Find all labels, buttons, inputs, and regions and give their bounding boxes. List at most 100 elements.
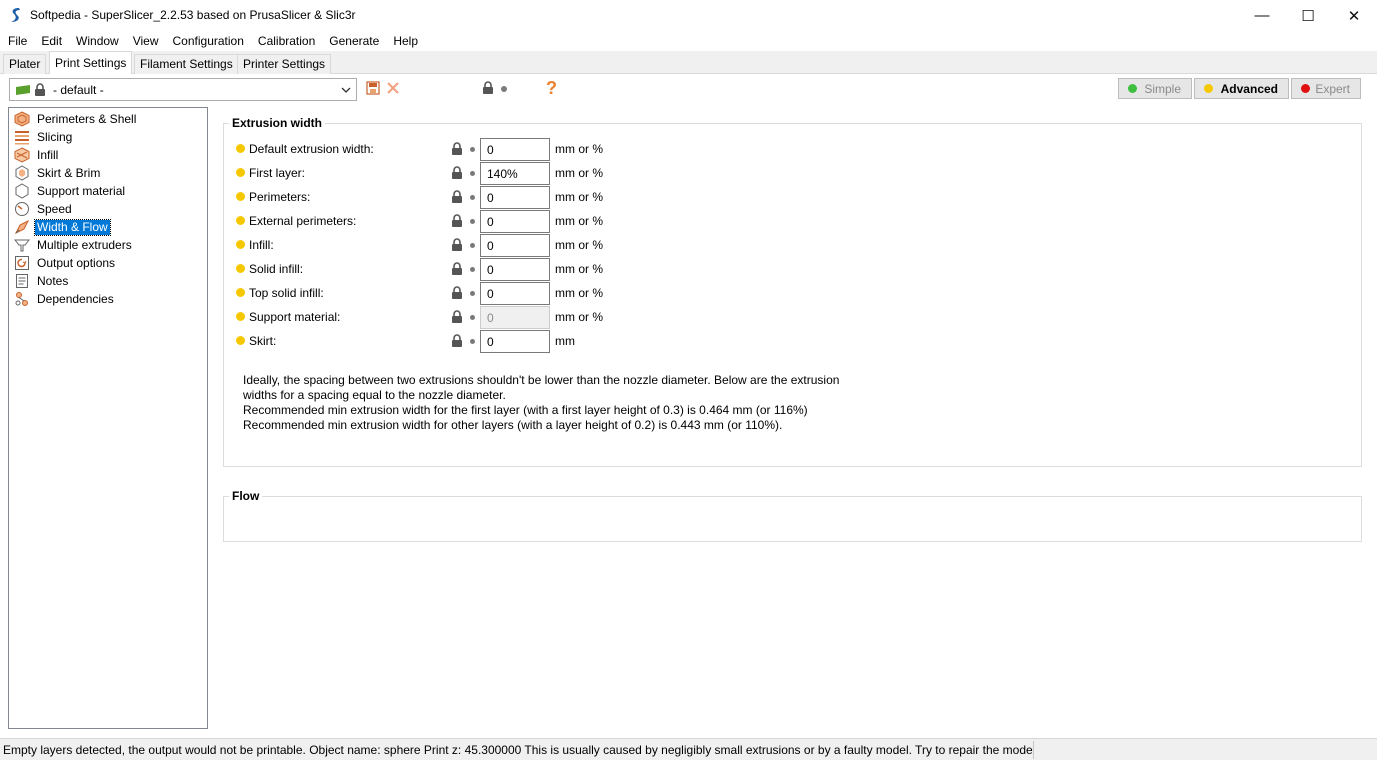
delete-icon[interactable] [386,81,400,95]
mode-simple-label: Simple [1144,81,1181,96]
menu-bar: File Edit Window View Configuration Cali… [0,31,1377,51]
sidebar-item-dependencies[interactable]: Dependencies [14,291,116,307]
status-bar: Empty layers detected, the output would … [0,738,1377,760]
infill-icon [14,147,30,163]
lock-icon[interactable] [451,238,463,252]
reset-dot-icon[interactable] [470,243,475,248]
lock-legend-icon[interactable] [482,81,494,95]
reset-dot-icon[interactable] [470,219,475,224]
menu-generate[interactable]: Generate [322,31,386,51]
menu-edit[interactable]: Edit [34,31,69,51]
lock-icon[interactable] [451,310,463,324]
extrusion-width-info: Ideally, the spacing between two extrusi… [243,373,840,432]
menu-help[interactable]: Help [386,31,425,51]
setting-row-skirt: Skirt: mm [234,330,834,353]
advanced-mode-dot-icon [236,264,245,273]
sidebar-item-output-options[interactable]: Output options [14,255,117,271]
reset-dot-icon[interactable] [470,195,475,200]
default-extrusion-width-input[interactable] [480,138,550,161]
app-logo-icon [11,8,20,22]
mode-simple-button[interactable]: Simple [1118,78,1192,99]
support-material-width-input [480,306,550,329]
advanced-mode-dot-icon [236,336,245,345]
tab-bar: Plater Print Settings Filament Settings … [0,51,1377,75]
reset-dot-icon[interactable] [470,171,475,176]
menu-configuration[interactable]: Configuration [166,31,251,51]
reset-dot-icon[interactable] [470,315,475,320]
reset-dot-icon[interactable] [470,291,475,296]
skirt-icon [15,165,29,181]
lock-icon[interactable] [451,190,463,204]
simple-dot-icon [1128,84,1137,93]
infill-width-input[interactable] [480,234,550,257]
solid-infill-width-input[interactable] [480,258,550,281]
menu-view[interactable]: View [126,31,166,51]
menu-calibration[interactable]: Calibration [251,31,322,51]
settings-page-list: Perimeters & Shell Slicing Infill Skirt … [8,107,208,729]
maximize-button[interactable]: ☐ [1285,0,1331,31]
status-separator [1033,741,1034,759]
sidebar-item-infill[interactable]: Infill [14,147,60,163]
setting-row-top-solid-infill: Top solid infill: mm or % [234,282,834,305]
perimeters-icon [14,111,30,127]
lock-icon[interactable] [451,262,463,276]
sidebar-item-skirt-brim[interactable]: Skirt & Brim [14,165,102,181]
setting-row-first-layer: First layer: mm or % [234,162,834,185]
setting-row-solid-infill: Solid infill: mm or % [234,258,834,281]
dot-legend-icon[interactable] [501,86,507,92]
preset-value: - default - [53,83,104,97]
flow-group: Flow [223,489,1362,542]
sidebar-item-perimeters[interactable]: Perimeters & Shell [14,111,138,127]
question-icon[interactable]: ? [546,78,557,99]
flag-icon [16,85,30,95]
menu-window[interactable]: Window [69,31,126,51]
tab-plater[interactable]: Plater [3,54,47,74]
mode-advanced-button[interactable]: Advanced [1194,78,1289,99]
setting-row-external-perimeters: External perimeters: mm or % [234,210,834,233]
sidebar-item-multiple-extruders[interactable]: Multiple extruders [14,237,134,253]
lock-icon[interactable] [451,334,463,348]
mode-expert-label: Expert [1315,81,1350,96]
sidebar-item-width-flow[interactable]: Width & Flow [14,218,111,236]
reset-dot-icon[interactable] [470,267,475,272]
save-icon[interactable] [366,81,380,95]
sidebar-item-notes[interactable]: Notes [14,273,70,289]
expert-dot-icon [1301,84,1310,93]
chevron-down-icon [341,87,351,93]
reset-dot-icon[interactable] [470,339,475,344]
tab-print-settings[interactable]: Print Settings [49,51,133,75]
flow-title: Flow [229,489,263,503]
lock-icon[interactable] [451,214,463,228]
lock-icon[interactable] [451,142,463,156]
skirt-width-input[interactable] [480,330,550,353]
menu-file[interactable]: File [1,31,34,51]
minimize-button[interactable]: — [1239,0,1285,31]
lock-icon[interactable] [451,286,463,300]
lock-icon[interactable] [451,166,463,180]
preset-toolbar: - default - ? Simple Advanced Expert [0,74,1377,105]
close-button[interactable]: ✕ [1331,0,1377,31]
sidebar-item-support[interactable]: Support material [14,183,127,199]
advanced-mode-dot-icon [236,192,245,201]
advanced-mode-dot-icon [236,168,245,177]
dependencies-icon [15,292,28,306]
tab-filament-settings[interactable]: Filament Settings [134,54,239,74]
speed-icon [15,202,29,216]
lock-icon [35,83,45,96]
perimeters-width-input[interactable] [480,186,550,209]
external-perimeters-width-input[interactable] [480,210,550,233]
advanced-mode-dot-icon [236,240,245,249]
advanced-dot-icon [1204,84,1213,93]
reset-dot-icon[interactable] [470,147,475,152]
first-layer-width-input[interactable] [480,162,550,185]
window-title: Softpedia - SuperSlicer_2.2.53 based on … [30,8,356,22]
sidebar-item-slicing[interactable]: Slicing [14,129,74,145]
mode-expert-button[interactable]: Expert [1291,78,1361,99]
sidebar-item-speed[interactable]: Speed [14,201,74,217]
setting-row-default-extrusion-width: Default extrusion width: mm or % [234,138,834,161]
top-solid-infill-width-input[interactable] [480,282,550,305]
output-icon [15,256,29,270]
tab-printer-settings[interactable]: Printer Settings [237,54,332,74]
preset-dropdown[interactable]: - default - [9,78,357,101]
slicing-icon [15,131,29,145]
